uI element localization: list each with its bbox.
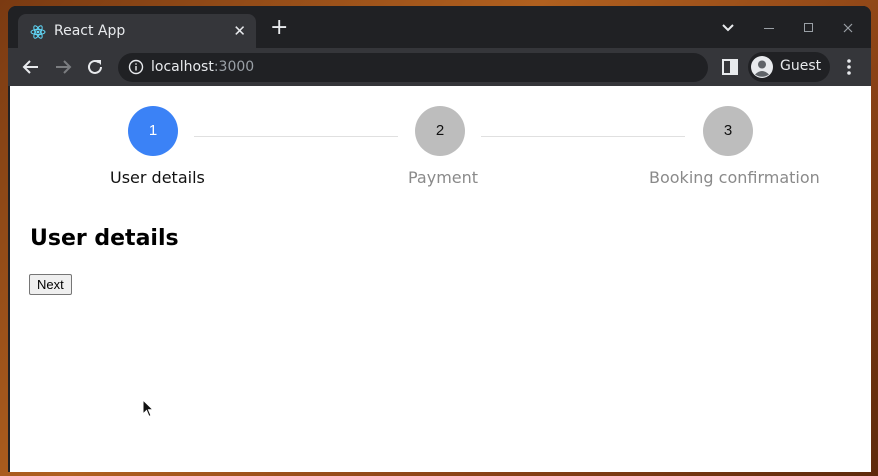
- avatar: [751, 56, 773, 78]
- react-logo-icon: [30, 25, 46, 39]
- step-3-label: Booking confirmation: [649, 168, 820, 187]
- mouse-cursor-icon: [142, 399, 155, 418]
- side-panel-icon[interactable]: [722, 59, 738, 75]
- chevron-down-icon[interactable]: [722, 24, 734, 32]
- kebab-menu-icon[interactable]: [844, 56, 854, 78]
- stepper: 1 2 3 User details Payment Booking confi…: [10, 86, 871, 196]
- tab-title: React App: [54, 23, 126, 39]
- step-2-label: Payment: [408, 168, 479, 187]
- step-connector: [194, 136, 398, 137]
- tab-strip: React App ✕ +: [8, 6, 871, 48]
- url-host: localhost: [151, 59, 214, 75]
- forward-arrow-icon[interactable]: [52, 56, 74, 78]
- page-content: 1 2 3 User details Payment Booking confi…: [10, 86, 871, 472]
- step-2-circle: 2: [415, 106, 465, 156]
- back-arrow-icon[interactable]: [20, 56, 42, 78]
- next-button[interactable]: Next: [29, 274, 72, 295]
- url-port: :3000: [213, 59, 255, 75]
- url-text: localhost:3000: [151, 59, 254, 75]
- step-3-circle: 3: [703, 106, 753, 156]
- window-close-icon[interactable]: [843, 23, 853, 33]
- maximize-icon[interactable]: [804, 23, 813, 32]
- tab-react-app[interactable]: React App ✕: [18, 14, 256, 48]
- address-bar[interactable]: localhost:3000: [118, 53, 708, 82]
- reload-icon[interactable]: [84, 56, 106, 78]
- browser-toolbar: localhost:3000 Guest: [8, 48, 871, 86]
- page-title: User details: [30, 226, 179, 251]
- step-1-circle: 1: [128, 106, 178, 156]
- step-connector: [481, 136, 685, 137]
- browser-window: React App ✕ + localhost:3000 Guest 1 2 3…: [8, 6, 871, 472]
- step-1-label: User details: [110, 168, 205, 187]
- close-icon[interactable]: ✕: [233, 22, 246, 40]
- profile-button[interactable]: Guest: [748, 52, 830, 82]
- minimize-icon[interactable]: [764, 28, 774, 30]
- plus-icon[interactable]: +: [270, 17, 288, 39]
- profile-name: Guest: [780, 58, 822, 74]
- info-icon[interactable]: [128, 59, 144, 75]
